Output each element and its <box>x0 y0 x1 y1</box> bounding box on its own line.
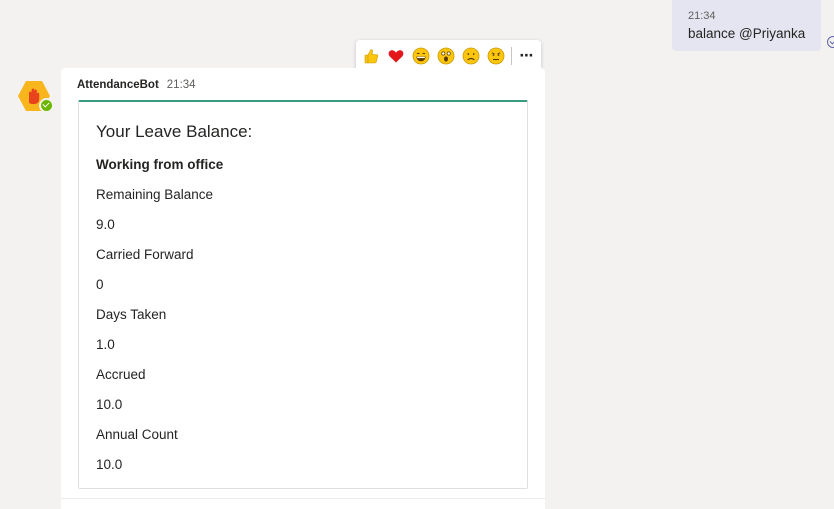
field-value: 10.0 <box>96 397 123 412</box>
field-label: Carried Forward <box>96 247 194 262</box>
card-subtitle: Working from office <box>96 157 224 172</box>
reaction-divider <box>511 47 512 65</box>
field-label: Annual Count <box>96 427 178 442</box>
sent-message-time: 21:34 <box>688 10 716 22</box>
field-label: Days Taken <box>96 307 167 322</box>
field-value: 10.0 <box>96 457 123 472</box>
laugh-icon[interactable] <box>412 47 430 65</box>
field-value: 0 <box>96 277 104 292</box>
angry-icon[interactable] <box>487 47 505 65</box>
heart-icon[interactable] <box>387 47 405 65</box>
thumbs-up-icon[interactable] <box>362 47 380 65</box>
sender-name[interactable]: AttendanceBot <box>77 79 159 91</box>
field-value: 9.0 <box>96 217 115 232</box>
read-receipt-icon <box>827 36 834 48</box>
bot-message[interactable]: AttendanceBot 21:34 Your Leave Balance: W… <box>61 68 545 509</box>
card-title: Your Leave Balance: <box>96 122 253 141</box>
sad-icon[interactable] <box>462 47 480 65</box>
message-divider <box>61 498 545 499</box>
field-label: Remaining Balance <box>96 187 214 202</box>
message-time: 21:34 <box>166 79 196 91</box>
adaptive-card: Your Leave Balance: Working from office … <box>78 100 528 489</box>
field-label: Accrued <box>96 367 146 382</box>
surprised-icon[interactable] <box>437 47 455 65</box>
message-header: AttendanceBot 21:34 <box>77 78 196 92</box>
avatar[interactable] <box>17 80 54 113</box>
presence-available-icon <box>39 98 54 113</box>
field-value: 1.0 <box>96 337 115 352</box>
sent-message[interactable]: 21:34 balance @Priyanka <box>672 0 821 51</box>
more-options-button[interactable]: ⋯ <box>517 47 535 65</box>
sent-message-text: balance @Priyanka <box>688 26 806 41</box>
